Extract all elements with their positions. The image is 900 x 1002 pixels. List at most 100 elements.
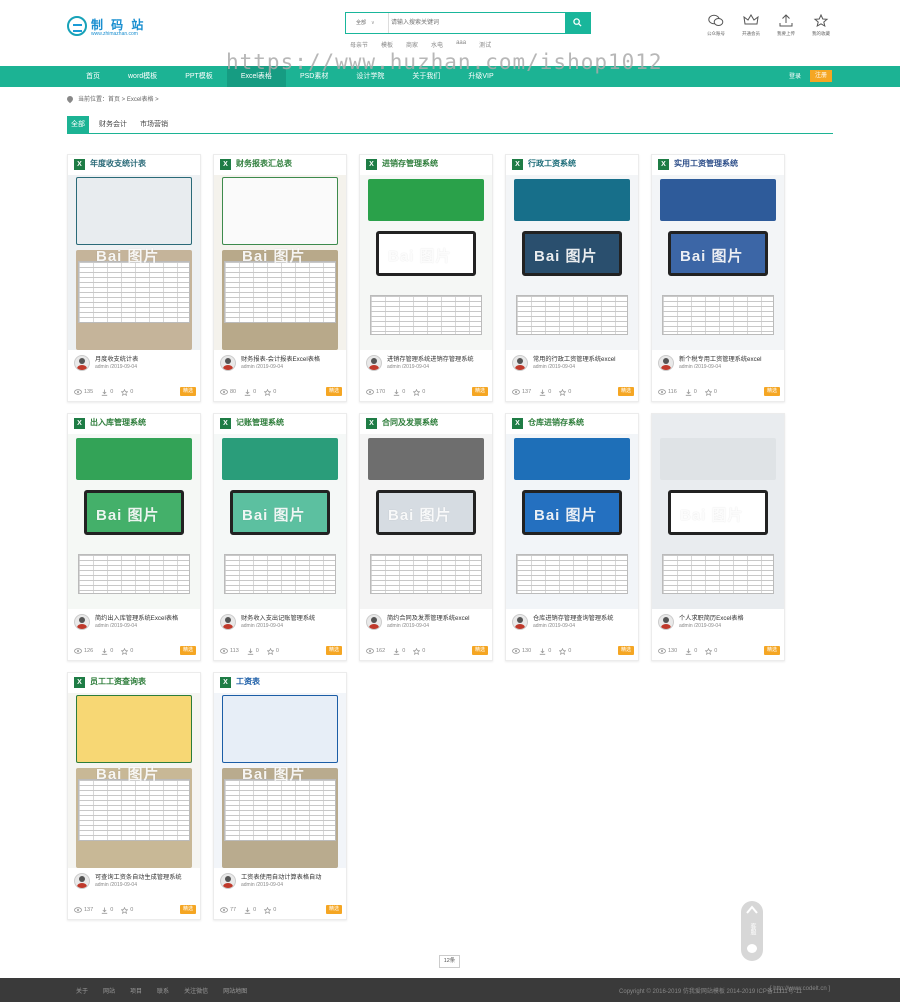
featured-button[interactable]: 精选 [326, 387, 342, 396]
card-thumbnail[interactable]: X 合同及发票系统 Bai 图片 [360, 414, 492, 609]
like-count-value: 0 [130, 648, 134, 654]
template-card[interactable]: X 合同及发票系统 Bai 图片 简约合同及发票管理系统excel admin … [359, 413, 493, 661]
card-thumbnail[interactable]: X 员工工资查询表 Bai 图片 [68, 673, 200, 868]
nav-item-word[interactable]: word模板 [114, 66, 171, 87]
card-title[interactable]: 可查询工资条自动生成管理系统 [95, 872, 199, 881]
search-category-select[interactable]: 全部 ∨ [346, 13, 389, 33]
card-title[interactable]: 月度收支统计表 [95, 354, 199, 363]
featured-button[interactable]: 精选 [764, 646, 780, 655]
back-to-top-icon[interactable] [746, 905, 758, 914]
view-count-value: 135 [84, 389, 94, 395]
featured-button[interactable]: 精选 [326, 646, 342, 655]
featured-button[interactable]: 精选 [618, 646, 634, 655]
card-title[interactable]: 进销存管理系统进销存管理系统 [387, 354, 491, 363]
avatar [220, 355, 236, 371]
featured-button[interactable]: 精选 [472, 646, 488, 655]
nav-item-home[interactable]: 首页 [72, 66, 114, 87]
template-card[interactable]: X 记账管理系统 Bai 图片 财务收入支出记账管理系统 admin /2019… [213, 413, 347, 661]
star-icon [559, 647, 567, 655]
tab-marketing[interactable]: 市场营销 [137, 116, 171, 134]
card-title[interactable]: 财务报表-会计报表Excel表格 [241, 354, 345, 363]
breadcrumb-text[interactable]: 当前位置：首页 > Excel表格 > [78, 94, 159, 103]
template-card[interactable]: X 年度收支统计表 Bai 图片 月度收支统计表 admin /2019-09-… [67, 154, 201, 402]
template-card[interactable]: X 行政工资系统 Bai 图片 常用的行政工资管理系统excel admin /… [505, 154, 639, 402]
login-link[interactable]: 登录 [789, 71, 801, 80]
footer-link[interactable]: 项目 [130, 986, 142, 995]
card-thumbnail[interactable]: X 仓库进销存系统 Bai 图片 [506, 414, 638, 609]
thumb-sheet-grid [78, 261, 190, 323]
vip-link[interactable]: 开通会员 [740, 14, 762, 37]
tab-finance[interactable]: 财务会计 [96, 116, 130, 134]
template-card[interactable]: X 工资表 Bai 图片 工资表使用自动计算表格自动 admin /2019-0… [213, 672, 347, 920]
card-title[interactable]: 个人求职简历Excel表格 [679, 613, 783, 622]
download-count-value: 0 [255, 648, 259, 654]
tab-all[interactable]: 全部 [67, 116, 89, 134]
nav-item-ppt[interactable]: PPT模板 [171, 66, 227, 87]
star-icon [121, 906, 129, 914]
eye-icon [658, 648, 666, 654]
card-thumbnail[interactable]: Bai 图片 [652, 414, 784, 609]
hot-word[interactable]: 母亲节 [350, 40, 368, 49]
card-thumbnail[interactable]: X 实用工资管理系统 Bai 图片 [652, 155, 784, 350]
card-thumbnail[interactable]: X 记账管理系统 Bai 图片 [214, 414, 346, 609]
hot-word[interactable]: 测试 [479, 40, 491, 49]
card-title[interactable]: 工资表使用自动计算表格自动 [241, 872, 345, 881]
featured-button[interactable]: 精选 [618, 387, 634, 396]
template-card[interactable]: Bai 图片 个人求职简历Excel表格 admin /2019-09-04 1… [651, 413, 785, 661]
card-title[interactable]: 仓库进销存管理查询管理系统 [533, 613, 637, 622]
chat-icon[interactable] [747, 944, 757, 953]
thumb-sheet-grid [224, 261, 336, 323]
featured-button[interactable]: 精选 [326, 905, 342, 914]
footer-link[interactable]: 联系 [157, 986, 169, 995]
upload-link[interactable]: 我要上传 [775, 14, 797, 37]
vip-label: 开通会员 [742, 31, 760, 36]
site-logo[interactable]: 制 码 站 www.zhimazhan.com [67, 14, 157, 40]
hot-word[interactable]: 水电 [431, 40, 443, 49]
template-card[interactable]: X 实用工资管理系统 Bai 图片 新个税专用工资管理系统excel admin… [651, 154, 785, 402]
card-title[interactable]: 简约合同及发票管理系统excel [387, 613, 491, 622]
avatar [220, 873, 236, 889]
template-card[interactable]: X 进销存管理系统 Bai 图片 进销存管理系统进销存管理系统 admin /2… [359, 154, 493, 402]
download-count: 0 [393, 648, 405, 655]
eye-icon [658, 389, 666, 395]
template-card[interactable]: X 财务报表汇总表 Bai 图片 财务报表-会计报表Excel表格 admin … [213, 154, 347, 402]
template-card[interactable]: X 仓库进销存系统 Bai 图片 仓库进销存管理查询管理系统 admin /20… [505, 413, 639, 661]
featured-button[interactable]: 精选 [180, 646, 196, 655]
featured-button[interactable]: 精选 [764, 387, 780, 396]
footer-link[interactable]: 关于 [76, 986, 88, 995]
hot-word[interactable]: 模板 [381, 40, 393, 49]
wechat-account-link[interactable]: 公众账号 [705, 14, 727, 37]
footer-link[interactable]: 网站地图 [223, 986, 247, 995]
card-thumbnail[interactable]: X 工资表 Bai 图片 [214, 673, 346, 868]
template-card[interactable]: X 出入库管理系统 Bai 图片 简约出入库管理系统Excel表格 admin … [67, 413, 201, 661]
card-thumbnail[interactable]: X 年度收支统计表 Bai 图片 [68, 155, 200, 350]
card-title[interactable]: 财务收入支出记账管理系统 [241, 613, 345, 622]
view-count-value: 116 [668, 389, 677, 395]
view-count-value: 170 [376, 389, 386, 395]
hot-word[interactable]: 商家 [406, 40, 418, 49]
card-author-line: admin /2019-09-04 [241, 364, 283, 370]
favorites-link[interactable]: 我的收藏 [810, 14, 832, 37]
featured-button[interactable]: 精选 [180, 905, 196, 914]
card-title[interactable]: 新个税专用工资管理系统excel [679, 354, 783, 363]
footer-link[interactable]: 网站 [103, 986, 115, 995]
card-title[interactable]: 常用的行政工资管理系统excel [533, 354, 637, 363]
search-button[interactable] [565, 13, 590, 33]
excel-icon: X [220, 677, 231, 688]
card-thumbnail[interactable]: X 财务报表汇总表 Bai 图片 [214, 155, 346, 350]
footer-link[interactable]: 关注微信 [184, 986, 208, 995]
hot-word[interactable]: aaa [456, 40, 466, 49]
footer-site-link[interactable]: [ http://www.codelt.cn ] [770, 986, 830, 992]
card-thumbnail[interactable]: X 出入库管理系统 Bai 图片 [68, 414, 200, 609]
download-count-value: 0 [548, 648, 552, 654]
featured-button[interactable]: 精选 [472, 387, 488, 396]
customer-service-label[interactable]: 客服 [748, 923, 757, 935]
card-thumbnail[interactable]: X 行政工资系统 Bai 图片 [506, 155, 638, 350]
card-title[interactable]: 简约出入库管理系统Excel表格 [95, 613, 199, 622]
register-button[interactable]: 注册 [810, 70, 832, 82]
template-card[interactable]: X 员工工资查询表 Bai 图片 可查询工资条自动生成管理系统 admin /2… [67, 672, 201, 920]
card-thumbnail[interactable]: X 进销存管理系统 Bai 图片 [360, 155, 492, 350]
search-input[interactable] [391, 15, 561, 31]
featured-button[interactable]: 精选 [180, 387, 196, 396]
image-watermark: Bai 图片 [680, 507, 744, 524]
